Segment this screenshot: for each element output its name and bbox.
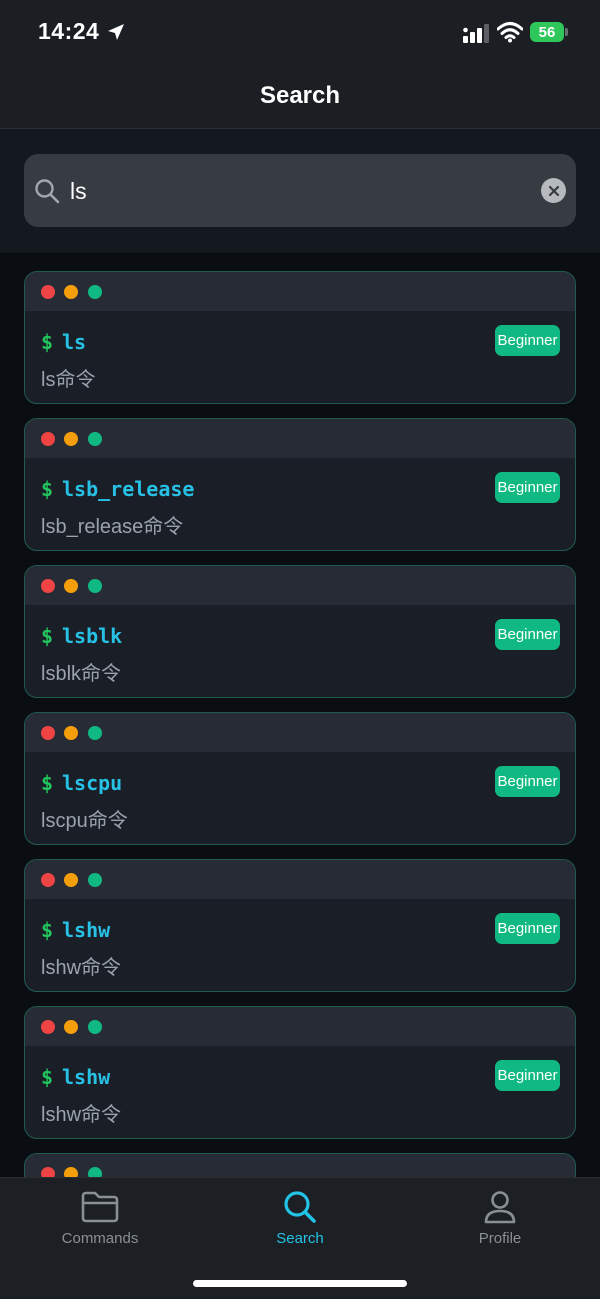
prompt-symbol: $ (41, 330, 54, 354)
app-screen: 14:24 56 Search ls $ ls ls命令 Beginner $ … (0, 0, 600, 1299)
page-title: Search (259, 82, 341, 109)
command-card[interactable]: $ lscpu lscpu命令 Beginner (24, 712, 576, 845)
battery-indicator: 56 (530, 22, 568, 42)
search-icon (284, 1191, 316, 1223)
green-dot-icon (88, 432, 102, 446)
folder-icon (81, 1191, 119, 1223)
wifi-icon (497, 22, 523, 43)
red-dot-icon (41, 1167, 55, 1177)
search-input[interactable] (68, 168, 512, 214)
green-dot-icon (88, 285, 102, 299)
prompt-symbol: $ (41, 771, 54, 795)
level-badge: Beginner (495, 913, 560, 944)
tab-search[interactable]: Search (200, 1186, 400, 1262)
search-icon (35, 179, 60, 204)
search-results-list: $ ls ls命令 Beginner $ lsb_release lsb_rel… (24, 271, 576, 1177)
yellow-dot-icon (64, 1020, 78, 1034)
tab-commands[interactable]: Commands (0, 1186, 200, 1262)
red-dot-icon (41, 285, 55, 299)
card-titlebar (25, 566, 575, 605)
red-dot-icon (41, 432, 55, 446)
home-indicator[interactable] (193, 1280, 407, 1287)
command-card-partial[interactable] (24, 1153, 576, 1177)
close-icon (548, 185, 559, 196)
command-name: lsblk (62, 624, 123, 648)
level-badge: Beginner (495, 472, 560, 503)
prompt-symbol: $ (41, 477, 54, 501)
battery-cap (565, 28, 568, 36)
command-description: lshw命令 (41, 1104, 122, 1126)
status-bar: 14:24 56 (0, 0, 600, 64)
red-dot-icon (41, 579, 55, 593)
command-card[interactable]: $ ls ls命令 Beginner (24, 271, 576, 404)
yellow-dot-icon (64, 432, 78, 446)
command-description: ls命令 (41, 369, 96, 391)
red-dot-icon (41, 726, 55, 740)
command-description: lscpu命令 (41, 810, 128, 832)
command-name: lsb_release (62, 477, 195, 501)
command-card[interactable]: $ lshw lshw命令 Beginner (24, 1006, 576, 1139)
location-arrow-icon (108, 24, 124, 40)
prompt-symbol: $ (41, 624, 54, 648)
search-bar[interactable] (24, 154, 576, 227)
green-dot-icon (88, 1167, 102, 1177)
red-dot-icon (41, 1020, 55, 1034)
tab-label: Search (276, 1230, 324, 1247)
tab-profile[interactable]: Profile (400, 1186, 600, 1262)
command-name: ls (62, 330, 87, 354)
card-titlebar (25, 419, 575, 458)
prompt-symbol: $ (41, 1065, 54, 1089)
tab-label: Commands (61, 1230, 139, 1247)
card-titlebar (25, 860, 575, 899)
level-badge: Beginner (495, 766, 560, 797)
command-description: lsblk命令 (41, 663, 122, 685)
search-section (0, 129, 600, 253)
card-titlebar (25, 1007, 575, 1046)
yellow-dot-icon (64, 1167, 78, 1177)
tab-bar: Commands Search Profile (0, 1177, 600, 1299)
green-dot-icon (88, 873, 102, 887)
yellow-dot-icon (64, 579, 78, 593)
person-icon (484, 1191, 516, 1224)
yellow-dot-icon (64, 726, 78, 740)
command-card[interactable]: $ lsblk lsblk命令 Beginner (24, 565, 576, 698)
green-dot-icon (88, 1020, 102, 1034)
clear-search-button[interactable] (541, 178, 566, 203)
level-badge: Beginner (495, 1060, 560, 1091)
tab-label: Profile (478, 1230, 522, 1247)
command-name: lshw (62, 918, 111, 942)
card-titlebar (25, 1154, 575, 1177)
level-badge: Beginner (495, 619, 560, 650)
yellow-dot-icon (64, 285, 78, 299)
yellow-dot-icon (64, 873, 78, 887)
command-description: lshw命令 (41, 957, 122, 979)
prompt-symbol: $ (41, 918, 54, 942)
card-titlebar (25, 272, 575, 311)
command-description: lsb_release命令 (41, 516, 184, 538)
level-badge: Beginner (495, 325, 560, 356)
red-dot-icon (41, 873, 55, 887)
command-name: lshw (62, 1065, 111, 1089)
battery-level: 56 (530, 22, 564, 42)
signal-icon (463, 24, 489, 43)
command-name: lscpu (62, 771, 123, 795)
green-dot-icon (88, 726, 102, 740)
status-time: 14:24 (38, 18, 100, 44)
command-card[interactable]: $ lsb_release lsb_release命令 Beginner (24, 418, 576, 551)
card-titlebar (25, 713, 575, 752)
navigation-bar: Search (0, 64, 600, 129)
green-dot-icon (88, 579, 102, 593)
command-card[interactable]: $ lshw lshw命令 Beginner (24, 859, 576, 992)
